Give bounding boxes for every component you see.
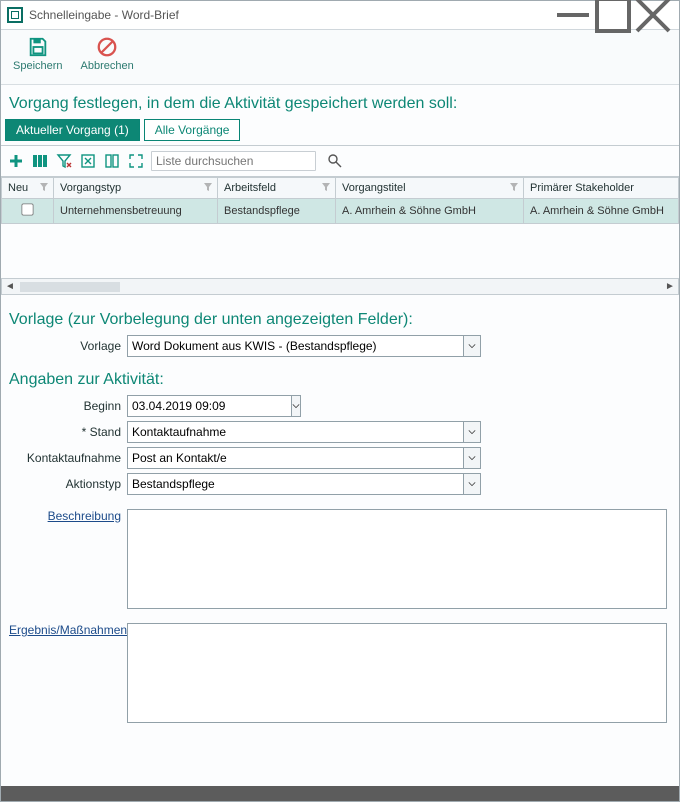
ergebnis-label[interactable]: Ergebnis/Maßnahmen xyxy=(9,623,127,637)
kontakt-value[interactable] xyxy=(127,447,463,469)
cancel-label: Abbrechen xyxy=(81,60,134,72)
stand-dropdown[interactable] xyxy=(127,421,481,443)
beginn-label: Beginn xyxy=(9,399,127,413)
filter-icon[interactable] xyxy=(509,182,519,192)
save-icon xyxy=(27,36,49,58)
cancel-button[interactable]: Abbrechen xyxy=(81,36,134,84)
tab-current-label: Aktueller Vorgang xyxy=(16,123,111,137)
kontakt-dropdown[interactable] xyxy=(127,447,481,469)
scroll-left-icon[interactable]: ◄ xyxy=(2,281,18,292)
col-neu-label: Neu xyxy=(8,182,28,194)
window-title: Schnelleingabe - Word-Brief xyxy=(29,8,179,22)
section-angaben-title: Angaben zur Aktivität: xyxy=(9,361,671,395)
vorgang-tabs: Aktueller Vorgang (1) Alle Vorgänge xyxy=(1,119,679,141)
columns-button[interactable] xyxy=(31,152,49,170)
aktionstyp-label: Aktionstyp xyxy=(9,477,127,491)
scroll-right-icon[interactable]: ► xyxy=(662,281,678,292)
stand-value[interactable] xyxy=(127,421,463,443)
col-titel-header[interactable]: Vorgangstitel xyxy=(336,178,524,199)
chevron-down-icon[interactable] xyxy=(463,421,481,443)
grid-search-input[interactable] xyxy=(151,151,316,171)
grid-toolbar xyxy=(1,145,679,177)
chevron-down-icon[interactable] xyxy=(463,473,481,495)
chevron-down-icon[interactable] xyxy=(463,335,481,357)
save-label: Speichern xyxy=(13,60,63,72)
scroll-thumb[interactable] xyxy=(20,282,120,292)
col-typ-label: Vorgangstyp xyxy=(60,182,121,194)
col-arb-label: Arbeitsfeld xyxy=(224,182,276,194)
row-checkbox[interactable] xyxy=(21,203,33,215)
cell-arbeitsfeld: Bestandspflege xyxy=(218,199,336,224)
app-icon xyxy=(7,7,23,23)
filter-icon[interactable] xyxy=(39,182,49,192)
chevron-down-icon[interactable] xyxy=(463,447,481,469)
beschreibung-textarea[interactable] xyxy=(127,509,667,609)
main-toolbar: Speichern Abbrechen xyxy=(1,30,679,85)
grid-empty-area xyxy=(1,224,679,278)
tab-all[interactable]: Alle Vorgänge xyxy=(144,119,241,141)
aktionstyp-dropdown[interactable] xyxy=(127,473,481,495)
section-vorlage-title: Vorlage (zur Vorbelegung der unten angez… xyxy=(9,301,671,335)
refresh-button[interactable] xyxy=(103,152,121,170)
grid-hscroll[interactable]: ◄ ► xyxy=(1,279,679,295)
cell-stakeholder: A. Amrhein & Söhne GmbH xyxy=(524,199,679,224)
clear-filter-button[interactable] xyxy=(55,152,73,170)
col-arb-header[interactable]: Arbeitsfeld xyxy=(218,178,336,199)
cell-titel: A. Amrhein & Söhne GmbH xyxy=(336,199,524,224)
expand-button[interactable] xyxy=(127,152,145,170)
filter-icon[interactable] xyxy=(203,182,213,192)
search-icon[interactable] xyxy=(326,152,344,170)
ergebnis-textarea[interactable] xyxy=(127,623,667,723)
add-button[interactable] xyxy=(7,152,25,170)
tab-current[interactable]: Aktueller Vorgang (1) xyxy=(5,119,140,141)
chevron-down-icon[interactable] xyxy=(291,395,301,417)
beginn-datetime[interactable] xyxy=(127,395,247,417)
statusbar xyxy=(1,786,679,801)
col-typ-header[interactable]: Vorgangstyp xyxy=(54,178,218,199)
aktionstyp-value[interactable] xyxy=(127,473,463,495)
vorlage-value[interactable] xyxy=(127,335,463,357)
beschreibung-label[interactable]: Beschreibung xyxy=(9,509,127,523)
titlebar: Schnelleingabe - Word-Brief xyxy=(1,1,679,30)
tab-all-label: Alle Vorgänge xyxy=(155,123,230,137)
save-button[interactable]: Speichern xyxy=(13,36,63,84)
beginn-value[interactable] xyxy=(127,395,291,417)
col-titel-label: Vorgangstitel xyxy=(342,182,406,194)
vorlage-label: Vorlage xyxy=(9,339,127,353)
vorgang-grid: Neu Vorgangstyp Arbeitsfeld Vorgangstite… xyxy=(1,177,679,279)
vorlage-dropdown[interactable] xyxy=(127,335,481,357)
maximize-button[interactable] xyxy=(593,1,633,29)
col-stakeholder-label: Primärer Stakeholder xyxy=(530,182,634,194)
filter-icon[interactable] xyxy=(321,182,331,192)
stand-label: * Stand xyxy=(9,425,127,439)
close-button[interactable] xyxy=(633,1,673,29)
cell-typ: Unternehmensbetreuung xyxy=(54,199,218,224)
col-stakeholder-header[interactable]: Primärer Stakeholder xyxy=(524,178,679,199)
kontakt-label: Kontaktaufnahme xyxy=(9,451,127,465)
col-neu-header[interactable]: Neu xyxy=(2,178,54,199)
cancel-icon xyxy=(96,36,118,58)
minimize-button[interactable] xyxy=(553,1,593,29)
section-vorgang-title: Vorgang festlegen, in dem die Aktivität … xyxy=(1,85,679,119)
export-button[interactable] xyxy=(79,152,97,170)
table-row[interactable]: Unternehmensbetreuung Bestandspflege A. … xyxy=(2,199,679,224)
tab-current-count: (1) xyxy=(114,123,129,137)
